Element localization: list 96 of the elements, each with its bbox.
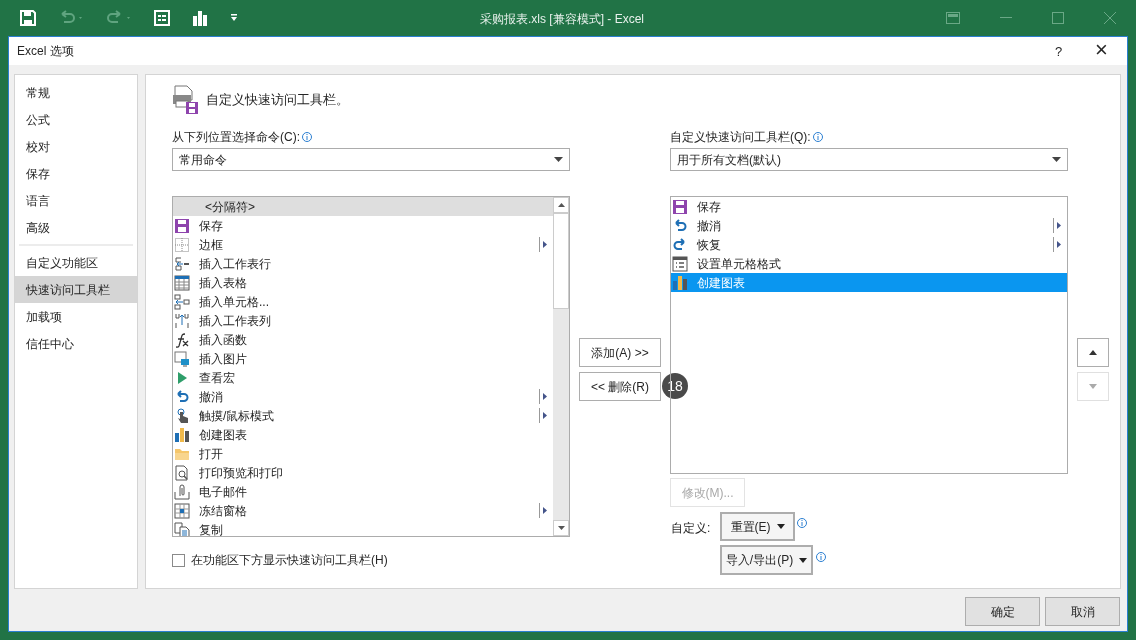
command-item[interactable]: 撤消 — [671, 216, 1067, 235]
cancel-button[interactable]: 取消 — [1045, 597, 1120, 626]
sidebar-item[interactable]: 快速访问工具栏 — [15, 276, 137, 303]
undo-icon — [174, 388, 190, 405]
sidebar-item[interactable]: 校对 — [15, 133, 137, 160]
sidebar-item[interactable]: 高级 — [15, 214, 137, 241]
command-item[interactable]: 撤消 — [173, 387, 553, 406]
dropdown-caret-icon — [554, 157, 563, 162]
customize-label: 自定义: — [671, 520, 711, 537]
sidebar-item[interactable]: 加载项 — [15, 303, 137, 330]
info-icon — [812, 132, 823, 142]
command-item[interactable]: 插入单元格... — [173, 292, 553, 311]
remove-button[interactable]: << 删除(R) — [579, 372, 661, 401]
sidebar-item[interactable]: 语言 — [15, 187, 137, 214]
field-label: 自定义快速访问工具栏(Q): — [670, 129, 811, 146]
sidebar-item[interactable]: 保存 — [15, 160, 137, 187]
command-item[interactable]: 边框 — [173, 235, 553, 254]
dotted-grid-icon — [174, 236, 190, 253]
command-item[interactable]: 电子邮件 — [173, 482, 553, 501]
function-icon — [174, 331, 190, 348]
info-icon — [816, 552, 826, 562]
dropdown-caret-icon — [799, 557, 808, 563]
up-caret-icon — [1089, 350, 1097, 355]
bar-chart-icon — [672, 274, 688, 291]
ok-button[interactable]: 确定 — [965, 597, 1040, 626]
scroll-up-icon[interactable] — [557, 203, 565, 207]
command-item[interactable]: 保存 — [173, 216, 553, 235]
copy-icon — [174, 521, 190, 536]
insert-cells-icon — [174, 293, 190, 310]
undo-icon — [672, 217, 688, 234]
format-cells-icon — [672, 255, 688, 272]
freeze-grid-icon — [174, 502, 190, 519]
bar-chart-icon — [174, 426, 190, 443]
dropdown-caret-icon — [1052, 157, 1061, 162]
printer-icon — [172, 85, 200, 115]
command-item[interactable]: 打印预览和打印 — [173, 463, 553, 482]
move-up-button[interactable] — [1077, 338, 1109, 367]
command-item[interactable]: 插入函数 — [173, 330, 553, 349]
command-item[interactable]: 触摸/鼠标模式 — [173, 406, 553, 425]
down-caret-icon — [1089, 384, 1097, 389]
chart-icon[interactable] — [192, 10, 208, 26]
paperclip-mail-icon — [174, 483, 190, 500]
scroll-thumb[interactable] — [553, 213, 569, 309]
command-item[interactable]: 创建图表 — [173, 425, 553, 444]
hand-icon — [174, 407, 190, 424]
submenu-arrow[interactable] — [539, 503, 547, 518]
command-item[interactable]: 复制 — [173, 520, 553, 536]
magnifier-page-icon — [174, 464, 190, 481]
picture-icon — [174, 350, 190, 367]
submenu-arrow[interactable] — [539, 389, 547, 404]
toolbar-scope-dropdown[interactable]: 用于所有文档(默认) — [670, 148, 1068, 171]
scroll-down-icon[interactable] — [557, 526, 565, 530]
submenu-arrow[interactable] — [539, 237, 547, 252]
window-title: 采购报表.xls [兼容模式] - Excel — [480, 11, 644, 28]
dropdown-caret-icon — [776, 524, 785, 529]
redo-icon — [672, 236, 688, 253]
form-icon[interactable] — [154, 10, 170, 26]
commands-dropdown[interactable]: 常用命令 — [172, 148, 570, 171]
checkbox[interactable] — [172, 553, 185, 567]
info-icon — [797, 518, 807, 528]
sidebar-item[interactable]: 自定义功能区 — [15, 249, 137, 276]
help-button[interactable]: ? — [1055, 42, 1063, 62]
dialog-title: Excel 选项 — [17, 43, 74, 60]
command-item[interactable]: 打开 — [173, 444, 553, 463]
customize-dropdown-icon[interactable] — [230, 14, 238, 22]
close-button[interactable]: × — [1095, 38, 1108, 62]
submenu-arrow[interactable] — [1053, 237, 1061, 252]
save-icon — [174, 217, 190, 234]
sidebar-item[interactable]: 公式 — [15, 106, 137, 133]
section-heading: 自定义快速访问工具栏。 — [206, 91, 349, 110]
save-icon — [672, 198, 688, 215]
submenu-arrow[interactable] — [539, 408, 547, 423]
insert-row-icon — [174, 255, 190, 272]
save-icon[interactable] — [20, 10, 36, 26]
submenu-arrow[interactable] — [1053, 218, 1061, 233]
command-item[interactable]: 保存 — [671, 197, 1067, 216]
command-item[interactable]: 恢复 — [671, 235, 1067, 254]
command-item[interactable]: <分隔符> — [173, 197, 553, 216]
table-icon — [174, 274, 190, 291]
command-item[interactable]: 插入表格 — [173, 273, 553, 292]
command-item[interactable]: 冻结窗格 — [173, 501, 553, 520]
command-item[interactable]: 插入图片 — [173, 349, 553, 368]
add-button[interactable]: 添加(A) >> — [579, 338, 661, 367]
insert-column-icon — [174, 312, 190, 329]
sidebar-item[interactable]: 常规 — [15, 79, 137, 106]
sidebar-item[interactable]: 信任中心 — [15, 330, 137, 357]
scrollbar[interactable] — [553, 197, 569, 536]
import-export-button[interactable]: 导入/导出(P) — [720, 545, 813, 575]
checkbox-label: 在功能区下方显示快速访问工具栏(H) — [191, 552, 388, 569]
command-item[interactable]: 插入工作表行 — [173, 254, 553, 273]
field-label: 从下列位置选择命令(C): — [172, 129, 300, 146]
reset-button[interactable]: 重置(E) — [720, 512, 795, 541]
command-item[interactable]: 插入工作表列 — [173, 311, 553, 330]
command-item[interactable]: 设置单元格格式 — [671, 254, 1067, 273]
info-icon — [302, 132, 312, 142]
command-item[interactable]: 查看宏 — [173, 368, 553, 387]
